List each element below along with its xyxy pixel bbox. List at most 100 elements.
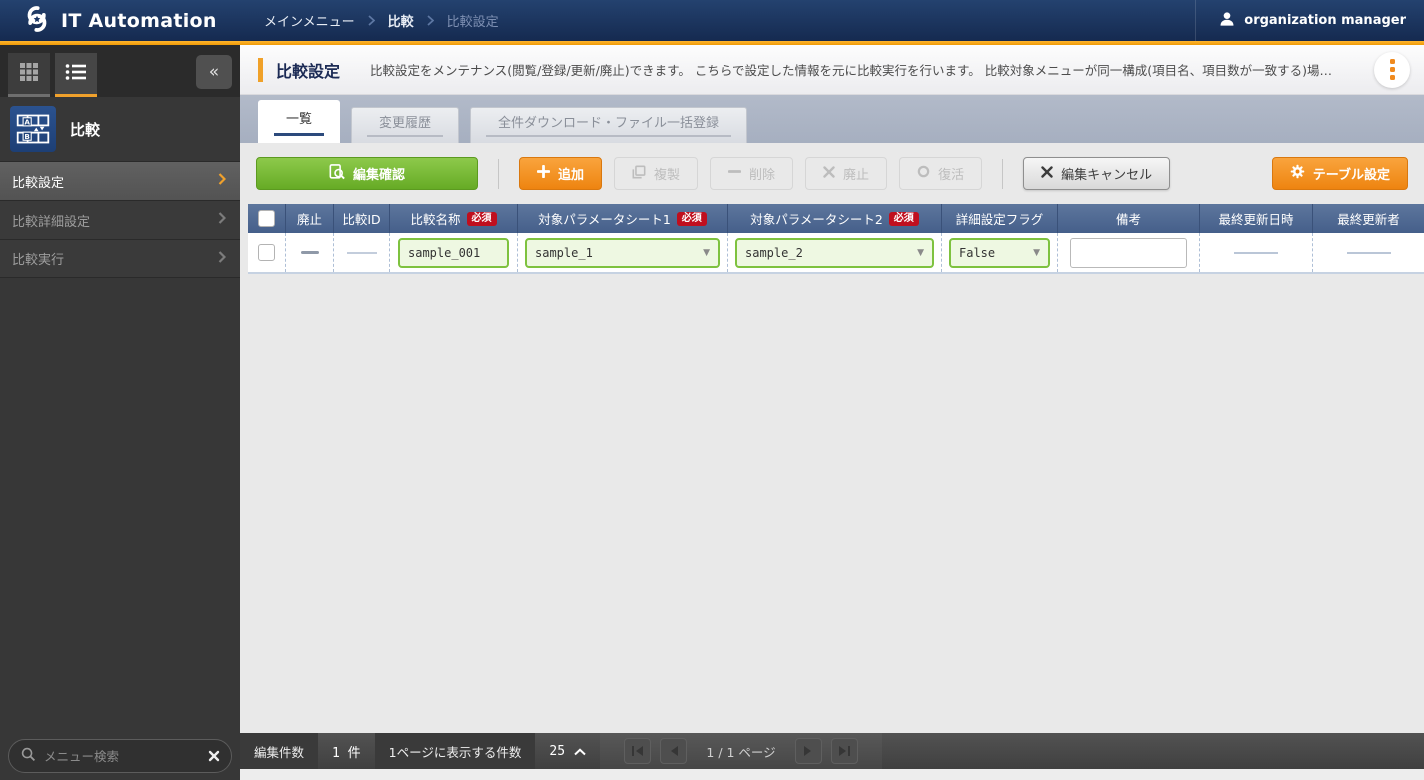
search-icon (21, 747, 36, 766)
edit-count-value-text: 1 件 (332, 742, 361, 761)
edit-cancel-label: 編集キャンセル (1061, 164, 1152, 183)
tab-underline (367, 135, 443, 137)
delete-button[interactable]: 削除 (710, 157, 793, 190)
discard-button[interactable]: 廃止 (805, 157, 887, 190)
col-detail-flag: 詳細設定フラグ (942, 204, 1058, 233)
col-label: 備考 (1116, 209, 1141, 228)
col-compare-id: 比較ID (334, 204, 390, 233)
clear-search-icon[interactable] (208, 750, 220, 762)
sidebar-group-title: 比較 (70, 119, 100, 140)
duplicate-button[interactable]: 複製 (614, 157, 698, 190)
app-header: IT Automation メインメニュー 比較 比較設定 organizati… (0, 0, 1424, 41)
select-all-checkbox[interactable] (258, 210, 275, 227)
per-page-select[interactable]: 25 (535, 733, 600, 769)
last-page-button[interactable] (831, 738, 858, 764)
plus-icon (537, 165, 550, 182)
col-label: 最終更新日時 (1218, 209, 1293, 228)
add-button[interactable]: 追加 (519, 157, 602, 190)
sidebar-tab-list[interactable] (55, 53, 97, 97)
sidebar-tabs: « (0, 45, 240, 97)
empty-line (347, 252, 377, 254)
sheet2-select[interactable]: sample_2 ▼ (735, 238, 934, 268)
edit-confirm-label: 編集確認 (353, 164, 405, 183)
tab-download-bulk-register[interactable]: 全件ダウンロード・ファイル一括登録 (470, 107, 747, 143)
row-checkbox[interactable] (258, 244, 275, 261)
select-all-cell (248, 204, 286, 233)
pagination: 1 / 1 ページ (600, 733, 882, 769)
tab-label: 変更履歴 (379, 112, 431, 131)
table-row: sample_1 ▼ sample_2 ▼ False ▼ (248, 233, 1424, 274)
sidebar-item-compare-settings[interactable]: 比較設定 (0, 161, 240, 200)
title-accent-bar (258, 58, 263, 82)
sidebar-tab-grid[interactable] (8, 53, 50, 97)
svg-text:A: A (24, 118, 30, 127)
content-filler (240, 274, 1424, 733)
detail-flag-value: False (959, 246, 995, 260)
edit-confirm-button[interactable]: 編集確認 (256, 157, 478, 190)
page-menu-button[interactable] (1374, 52, 1410, 88)
per-page-label: 1ページに表示する件数 (375, 733, 536, 769)
menu-search-box (8, 739, 232, 773)
note-input[interactable] (1070, 238, 1187, 268)
next-page-button[interactable] (795, 738, 822, 764)
menu-search-input[interactable] (44, 749, 200, 764)
chevron-up-icon (574, 744, 586, 759)
col-label: 最終更新者 (1337, 209, 1400, 228)
svg-text:B: B (24, 132, 29, 141)
breadcrumb-main-menu[interactable]: メインメニュー (264, 11, 355, 30)
col-discard: 廃止 (286, 204, 334, 233)
empty-dash (301, 251, 319, 254)
table-header-row: 廃止 比較ID 比較名称必須 対象パラメータシート1必須 対象パラメータシート2… (248, 204, 1424, 233)
table-settings-button[interactable]: テーブル設定 (1272, 157, 1408, 190)
grid-icon (19, 62, 39, 86)
col-last-updater: 最終更新者 (1313, 204, 1424, 233)
user-menu[interactable]: organization manager (1195, 0, 1424, 41)
first-page-button[interactable] (624, 738, 651, 764)
sheet1-value: sample_1 (535, 246, 593, 260)
row-discard-cell (286, 233, 334, 272)
row-last-updated-cell (1200, 233, 1313, 272)
sidebar-item-compare-detail-settings[interactable]: 比較詳細設定 (0, 200, 240, 239)
col-label: 詳細設定フラグ (956, 209, 1044, 228)
restore-button[interactable]: 復活 (899, 157, 982, 190)
required-badge: 必須 (467, 212, 497, 226)
sheet2-value: sample_2 (745, 246, 803, 260)
empty-line (1347, 252, 1391, 254)
user-icon (1218, 10, 1236, 32)
app-title: IT Automation (61, 10, 217, 32)
col-target-sheet1: 対象パラメータシート1必須 (518, 204, 728, 233)
minus-icon (728, 165, 741, 182)
breadcrumb-compare[interactable]: 比較 (388, 11, 414, 30)
chevron-right-icon (218, 173, 226, 189)
sidebar-item-compare-execute[interactable]: 比較実行 (0, 239, 240, 278)
page-description: 比較設定をメンテナンス(閲覧/登録/更新/廃止)できます。 こちらで設定した情報… (370, 60, 1364, 79)
select-arrow-icon: ▼ (917, 248, 924, 258)
kebab-dot (1390, 67, 1395, 72)
sidebar-item-label: 比較詳細設定 (12, 211, 90, 230)
bottom-status-bar: 編集件数 1 件 1ページに表示する件数 25 1 / 1 ページ (240, 733, 1424, 769)
bottom-bar-spacer (882, 733, 1424, 769)
detail-flag-select[interactable]: False ▼ (949, 238, 1050, 268)
chevron-right-icon (218, 251, 226, 267)
sidebar-group-header: A B 比較 (0, 97, 240, 161)
app-logo-icon (22, 4, 52, 38)
select-arrow-icon: ▼ (1033, 248, 1040, 258)
tab-list[interactable]: 一覧 (258, 100, 340, 143)
row-last-updater-cell (1313, 233, 1424, 272)
view-tab-bar: 一覧 変更履歴 全件ダウンロード・ファイル一括登録 (240, 95, 1424, 143)
prev-page-button[interactable] (660, 738, 687, 764)
kebab-dot (1390, 59, 1395, 64)
col-last-updated: 最終更新日時 (1200, 204, 1313, 233)
edit-cancel-button[interactable]: 編集キャンセル (1023, 157, 1170, 190)
discard-label: 廃止 (843, 164, 869, 183)
sidebar-collapse-button[interactable]: « (196, 55, 232, 89)
compare-name-input[interactable] (398, 238, 509, 268)
toolbar-divider (498, 159, 499, 189)
app-logo[interactable]: IT Automation (0, 0, 240, 41)
row-sheet2-cell: sample_2 ▼ (728, 233, 942, 272)
sidebar-menu: 比較設定 比較詳細設定 比較実行 (0, 161, 240, 278)
tab-change-history[interactable]: 変更履歴 (351, 107, 459, 143)
col-target-sheet2: 対象パラメータシート2必須 (728, 204, 942, 233)
sheet1-select[interactable]: sample_1 ▼ (525, 238, 720, 268)
chevron-right-icon (218, 212, 226, 228)
